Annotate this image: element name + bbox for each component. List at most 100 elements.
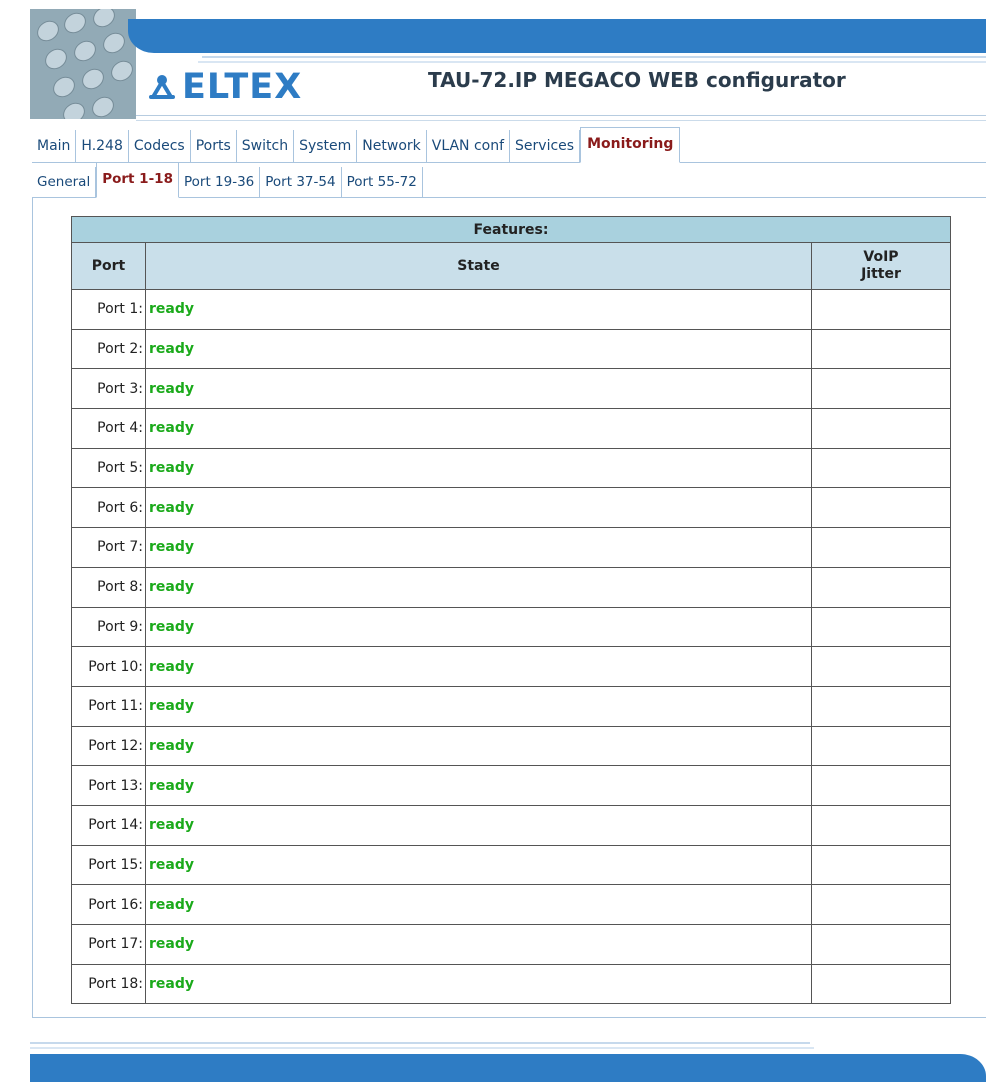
port-label: Port 9: (71, 606, 146, 648)
table-header-row: Port State VoIP Jitter (71, 242, 951, 290)
port-state: ready (145, 328, 812, 370)
subtab-port-1-18[interactable]: Port 1-18 (96, 162, 179, 198)
voip-jitter-cell (811, 646, 951, 687)
column-header-state: State (145, 242, 812, 290)
column-header-voip-jitter: VoIP Jitter (811, 242, 951, 290)
table-row: Port 6: ready (71, 487, 951, 529)
header-rule (202, 56, 986, 58)
footer-rule (30, 1042, 810, 1044)
table-row: Port 5: ready (71, 447, 951, 489)
tab-main[interactable]: Main (32, 130, 77, 162)
footer-rule (30, 1047, 814, 1049)
port-label: Port 18: (71, 963, 146, 1005)
tab-switch[interactable]: Switch (237, 130, 295, 162)
tab-h248[interactable]: H.248 (76, 130, 129, 162)
voip-jitter-cell (811, 685, 951, 727)
voip-jitter-cell (811, 447, 951, 489)
table-row: Port 4: ready (71, 408, 951, 449)
voip-jitter-cell (811, 725, 951, 767)
page-footer (30, 1024, 986, 1082)
voip-jitter-cell (811, 804, 951, 846)
table-row: Port 12: ready (71, 725, 951, 767)
table-row: Port 11: ready (71, 685, 951, 727)
table-row: Port 18: ready (71, 963, 951, 1005)
content-frame: Features: Port State VoIP Jitter Port 1: r… (32, 198, 986, 1018)
eltex-logo-icon (149, 75, 175, 99)
table-row: Port 10: ready (71, 646, 951, 687)
port-label: Port 4: (71, 408, 146, 449)
tab-network[interactable]: Network (357, 130, 427, 162)
port-state: ready (145, 963, 812, 1005)
port-label: Port 7: (71, 527, 146, 568)
subtab-general[interactable]: General (32, 167, 97, 197)
voip-jitter-cell (811, 765, 951, 806)
port-label: Port 6: (71, 487, 146, 529)
table-body: Port 1: ready Port 2: ready Port 3: ready Port… (71, 289, 951, 1005)
port-state: ready (145, 447, 812, 489)
voip-jitter-cell (811, 924, 951, 965)
main-tab-bar: Main H.248 Codecs Ports Switch System Ne… (32, 127, 986, 163)
port-label: Port 2: (71, 328, 146, 370)
header-rule (136, 120, 986, 121)
keypad-photo-icon (30, 9, 136, 119)
voip-jitter-cell (811, 328, 951, 370)
tab-ports[interactable]: Ports (191, 130, 237, 162)
table-row: Port 16: ready (71, 884, 951, 925)
header-top-bar (128, 19, 986, 53)
column-header-port: Port (71, 242, 146, 290)
port-state: ready (145, 924, 812, 965)
port-state: ready (145, 487, 812, 529)
header-rule (198, 61, 986, 63)
port-state: ready (145, 606, 812, 648)
voip-jitter-cell (811, 368, 951, 410)
port-label: Port 11: (71, 685, 146, 727)
port-state: ready (145, 725, 812, 767)
port-state: ready (145, 527, 812, 568)
port-label: Port 16: (71, 884, 146, 925)
table-row: Port 8: ready (71, 566, 951, 608)
voip-jitter-cell (811, 487, 951, 529)
table-row: Port 13: ready (71, 765, 951, 806)
table-row: Port 1: ready (71, 289, 951, 330)
subtab-port-19-36[interactable]: Port 19-36 (179, 167, 261, 197)
table-row: Port 3: ready (71, 368, 951, 410)
features-table: Features: Port State VoIP Jitter Port 1: r… (71, 216, 951, 1005)
column-header-jitter: Jitter (861, 266, 901, 282)
table-row: Port 14: ready (71, 804, 951, 846)
app-title: TAU-72.IP MEGACO WEB configurator (428, 68, 846, 92)
tab-system[interactable]: System (294, 130, 358, 162)
tab-monitoring[interactable]: Monitoring (580, 127, 681, 163)
port-label: Port 8: (71, 566, 146, 608)
voip-jitter-cell (811, 963, 951, 1005)
port-state: ready (145, 646, 812, 687)
port-label: Port 15: (71, 844, 146, 886)
voip-jitter-cell (811, 884, 951, 925)
subtab-port-55-72[interactable]: Port 55-72 (342, 167, 423, 197)
table-row: Port 17: ready (71, 924, 951, 965)
port-label: Port 5: (71, 447, 146, 489)
port-label: Port 3: (71, 368, 146, 410)
table-row: Port 9: ready (71, 606, 951, 648)
tab-codecs[interactable]: Codecs (129, 130, 191, 162)
port-state: ready (145, 765, 812, 806)
subtab-port-37-54[interactable]: Port 37-54 (260, 167, 342, 197)
voip-jitter-cell (811, 566, 951, 608)
voip-jitter-cell (811, 527, 951, 568)
port-label: Port 10: (71, 646, 146, 687)
port-label: Port 14: (71, 804, 146, 846)
voip-jitter-cell (811, 408, 951, 449)
port-state: ready (145, 884, 812, 925)
table-row: Port 7: ready (71, 527, 951, 568)
tab-vlan-conf[interactable]: VLAN conf (427, 130, 511, 162)
port-state: ready (145, 804, 812, 846)
port-state: ready (145, 685, 812, 727)
port-label: Port 12: (71, 725, 146, 767)
table-caption: Features: (71, 216, 951, 243)
voip-jitter-cell (811, 844, 951, 886)
port-state: ready (145, 408, 812, 449)
tab-services[interactable]: Services (510, 130, 581, 162)
column-header-voip: VoIP (863, 249, 899, 265)
port-label: Port 17: (71, 924, 146, 965)
table-row: Port 15: ready (71, 844, 951, 886)
voip-jitter-cell (811, 289, 951, 330)
